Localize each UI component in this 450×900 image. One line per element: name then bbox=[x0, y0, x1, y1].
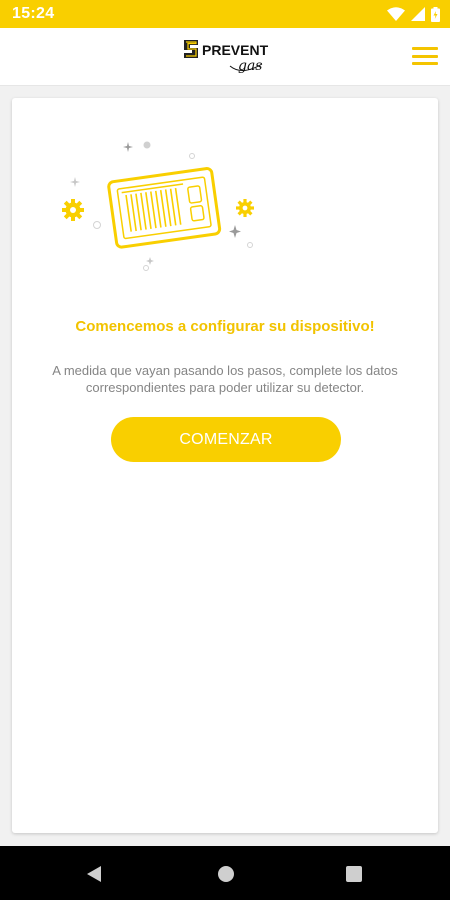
signal-icon bbox=[411, 7, 425, 21]
battery-icon bbox=[431, 6, 440, 22]
hamburger-menu-icon[interactable] bbox=[412, 44, 438, 68]
gas-detector-icon bbox=[107, 167, 222, 249]
status-icons bbox=[387, 6, 440, 22]
status-bar: 15:24 bbox=[0, 0, 450, 28]
setup-description: A medida que vayan pasando los pasos, co… bbox=[52, 363, 398, 395]
start-button[interactable]: COMENZAR bbox=[111, 417, 341, 462]
app-header: PREVENT gas bbox=[0, 28, 450, 86]
setup-card: Comencemos a configurar su dispositivo! … bbox=[12, 98, 438, 833]
status-time: 15:24 bbox=[12, 5, 55, 22]
back-icon[interactable] bbox=[83, 863, 105, 885]
home-icon[interactable] bbox=[215, 863, 237, 885]
page-title: Comencemos a configurar su dispositivo! bbox=[75, 318, 375, 335]
logo-text: PREVENT bbox=[202, 42, 269, 58]
navigation-bar bbox=[0, 846, 450, 900]
gear-icon bbox=[236, 199, 254, 217]
wifi-icon bbox=[387, 7, 405, 21]
gear-icon bbox=[62, 199, 84, 221]
recents-icon[interactable] bbox=[343, 863, 365, 885]
detector-illustration bbox=[60, 136, 290, 276]
logo: PREVENT gas bbox=[182, 36, 278, 78]
